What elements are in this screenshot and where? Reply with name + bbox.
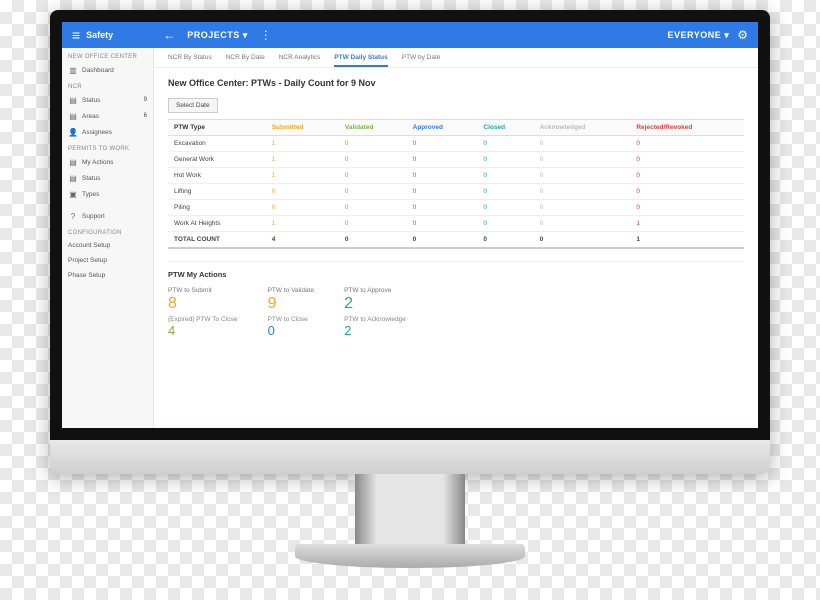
table-row: Excavation100000 [168, 136, 744, 152]
user-dropdown[interactable]: EVERYONE ▾ [668, 30, 730, 41]
col-header: PTW Type [168, 120, 266, 136]
sidebar-item-account[interactable]: Account Setup [62, 238, 153, 253]
col-header: Rejected/Revoked [630, 120, 744, 136]
sidebar-section: PERMITS TO WORK [62, 140, 153, 154]
sidebar: NEW OFFICE CENTER ▥Dashboard NCR ▤Status… [62, 48, 154, 428]
page-title: New Office Center: PTWs - Daily Count fo… [168, 78, 744, 88]
action-approve: PTW to Approve 2 PTW to Acknowledge 2 [344, 287, 406, 338]
sidebar-item-phase[interactable]: Phase Setup [62, 268, 153, 283]
table-row: Lifting000000 [168, 184, 744, 200]
help-icon: ? [68, 212, 78, 220]
sidebar-item-support[interactable]: ?Support [62, 208, 153, 224]
actions-title: PTW My Actions [168, 261, 744, 279]
ptw-table: PTW TypeSubmittedValidatedApprovedClosed… [168, 119, 744, 249]
app-header: ≡ Safety ← PROJECTS ▾ ⋮ EVERYONE ▾ ⚙ [62, 22, 758, 48]
col-header: Validated [339, 120, 407, 136]
sidebar-item-assignees[interactable]: 👤Assignees [62, 124, 153, 140]
col-header: Closed [477, 120, 533, 136]
col-header: Approved [407, 120, 478, 136]
clipboard-icon: ▤ [68, 96, 78, 104]
sidebar-item-pstatus[interactable]: ▤Status [62, 170, 153, 186]
app-title: Safety [86, 30, 113, 40]
tab-ptw-daily-status[interactable]: PTW Daily Status [334, 54, 387, 67]
clipboard-icon: ▤ [68, 174, 78, 182]
sidebar-item-myactions[interactable]: ▤My Actions [62, 154, 153, 170]
clipboard-icon: ▤ [68, 158, 78, 166]
sidebar-item-types[interactable]: ▣Types [62, 186, 153, 202]
action-validate: PTW to Validate 9 PTW to Close 0 [268, 287, 314, 338]
tab-ptw-by-date[interactable]: PTW by Date [402, 54, 441, 67]
projects-dropdown[interactable]: PROJECTS ▾ [187, 30, 248, 41]
more-icon[interactable]: ⋮ [260, 28, 272, 42]
action-submit: PTW to Submit 8 (Expired) PTW To Close 4 [168, 287, 238, 338]
sidebar-section: NEW OFFICE CENTER [62, 48, 153, 62]
dashboard-icon: ▥ [68, 66, 78, 74]
table-row: Work At Heights100001 [168, 216, 744, 232]
sidebar-section: NCR [62, 78, 153, 92]
table-row: General Work100000 [168, 152, 744, 168]
sidebar-item-project[interactable]: Project Setup [62, 253, 153, 268]
main: NCR By Status NCR By Date NCR Analytics PTW… [154, 48, 758, 428]
col-header: Acknowledged [534, 120, 631, 136]
folder-icon: ▣ [68, 190, 78, 198]
select-date-button[interactable]: Select Date [168, 98, 218, 113]
sidebar-item-areas[interactable]: ▤Areas6 [62, 108, 153, 124]
gear-icon[interactable]: ⚙ [737, 28, 748, 42]
col-header: Submitted [266, 120, 339, 136]
table-row: Hot Work100000 [168, 168, 744, 184]
sidebar-item-dashboard[interactable]: ▥Dashboard [62, 62, 153, 78]
tab-ncr-by-status[interactable]: NCR By Status [168, 54, 212, 67]
table-row: Piling000000 [168, 200, 744, 216]
tab-ncr-by-date[interactable]: NCR By Date [226, 54, 265, 67]
menu-icon[interactable]: ≡ [72, 27, 80, 43]
sidebar-section: CONFIGURATION [62, 224, 153, 238]
person-icon: 👤 [68, 128, 78, 136]
sidebar-item-status[interactable]: ▤Status9 [62, 92, 153, 108]
total-row: TOTAL COUNT400001 [168, 232, 744, 249]
actions-row: PTW to Submit 8 (Expired) PTW To Close 4… [168, 287, 744, 338]
tab-ncr-analytics[interactable]: NCR Analytics [279, 54, 321, 67]
back-icon[interactable]: ← [163, 28, 175, 42]
tab-bar: NCR By Status NCR By Date NCR Analytics PTW… [154, 48, 758, 68]
clipboard-icon: ▤ [68, 112, 78, 120]
